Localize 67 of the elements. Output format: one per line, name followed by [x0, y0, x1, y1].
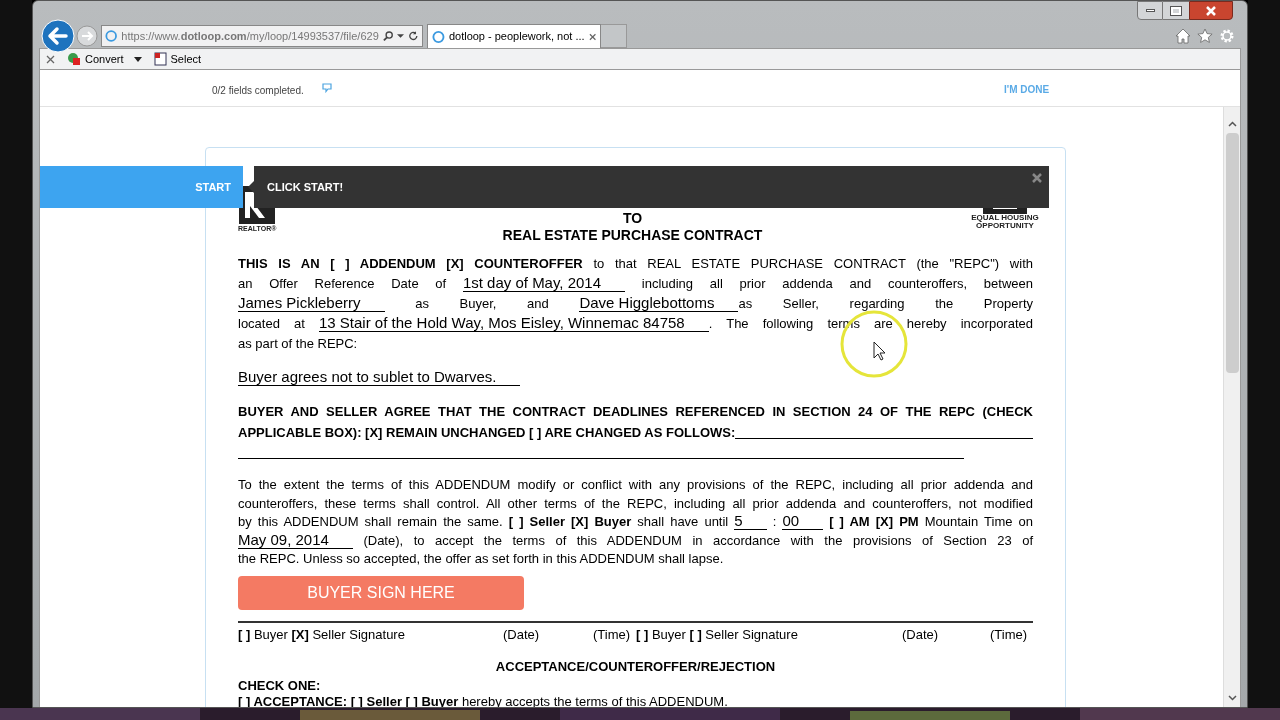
- document-text: :: [771, 514, 778, 529]
- signature-label: (Time): [990, 625, 1029, 644]
- document-text: an Offer Reference Date of: [238, 276, 448, 291]
- document-text: as part of the REPC:: [238, 336, 358, 351]
- url-text: https://www.dotloop.com/my/loop/14993537/file/629: [121, 28, 379, 44]
- document-text: THIS IS AN [ ] ADDENDUM [X] COUNTEROFFER: [238, 256, 583, 271]
- toolbar-button[interactable]: Select: [170, 50, 202, 68]
- filled-field[interactable]: 5: [734, 513, 767, 530]
- refresh-icon[interactable]: [408, 30, 419, 42]
- document-text: counteroffers, these terms shall control. All other terms of the REPC, including all prior addenda and counteroffers, not modified: [238, 495, 1033, 511]
- document-text: (Date), to accept the terms of this ADDENDUM in accordance with the provisions of Section 23 of: [362, 532, 1033, 548]
- document-title: REAL ESTATE PURCHASE CONTRACT: [502, 227, 763, 244]
- dropdown-icon[interactable]: [133, 56, 142, 62]
- search-icon[interactable]: [382, 30, 394, 42]
- document-text: including all prior addenda and counteroffers, between: [640, 276, 1033, 291]
- dropdown-icon[interactable]: [397, 33, 405, 39]
- toolbar-button[interactable]: Convert: [85, 50, 124, 68]
- document-text: shall have until: [636, 514, 730, 529]
- progress-text: 0/2 fields completed.: [212, 84, 304, 98]
- filled-field[interactable]: Dave Higglebottoms: [579, 295, 739, 312]
- document-text: to that REAL ESTATE PURCHASE CONTRACT (the "REPC") with: [592, 256, 1033, 271]
- document-title: TO: [622, 210, 643, 227]
- guide-message: CLICK START!: [267, 179, 344, 195]
- filled-field[interactable]: James Pickleberry: [238, 295, 385, 312]
- close-button[interactable]: [1189, 1, 1233, 20]
- forward-button[interactable]: [76, 25, 98, 47]
- close-icon: [1205, 5, 1217, 16]
- tab-title: dotloop - peoplework, not ...: [448, 29, 585, 45]
- globe-icon: [432, 29, 445, 44]
- section-heading: CHECK ONE:: [238, 677, 322, 693]
- logo-caption: EQUAL HOUSING OPPORTUNITY: [970, 214, 1040, 230]
- document-text: as Buyer, and: [414, 296, 550, 311]
- home-icon[interactable]: [1175, 28, 1191, 44]
- filled-field[interactable]: 1st day of May, 2014: [462, 275, 626, 292]
- document-text: BUYER AND SELLER AGREE THAT THE CONTRACT DEADLINES REFERENCED IN SECTION 24 OF THE REPC (CHECK: [238, 404, 1033, 419]
- document-text: [ ] AM [X] PM: [828, 514, 919, 529]
- filled-field[interactable]: May 09, 2014: [238, 531, 353, 549]
- signature-label: (Date): [503, 625, 541, 644]
- document-text: APPLICABLE BOX): [X] REMAIN UNCHANGED [ ] ARE CHANGED AS FOLLOWS:: [238, 423, 736, 442]
- globe-icon: [105, 29, 118, 43]
- filled-field[interactable]: Buyer agrees not to sublet to Dwarves.: [238, 369, 521, 386]
- document-text: located at: [238, 316, 306, 331]
- section-heading: ACCEPTANCE/COUNTEROFFER/REJECTION: [495, 658, 776, 676]
- document-text: To the extent the terms of this ADDENDUM modify or conflict with any provisions of the REPC, including all prior addenda and: [238, 477, 1033, 492]
- document-text: [ ] Seller [X] Buyer: [508, 514, 632, 529]
- address-bar[interactable]: https://www.dotloop.com/my/loop/14993537/file/629: [101, 25, 423, 47]
- scrollbar[interactable]: [1223, 107, 1240, 707]
- minimize-button[interactable]: [1137, 1, 1163, 20]
- close-icon[interactable]: [588, 32, 596, 41]
- filled-field[interactable]: 13 Stair of the Hold Way, Mos Eisley, Winnemac 84758: [319, 315, 709, 332]
- close-icon[interactable]: [1032, 173, 1042, 183]
- document-text: Mountain Time on: [923, 514, 1033, 529]
- maximize-button[interactable]: [1163, 1, 1189, 20]
- back-button[interactable]: [41, 19, 75, 53]
- signature-label: (Time): [593, 625, 632, 644]
- filled-field[interactable]: 00: [782, 513, 824, 530]
- select-icon: [153, 52, 167, 66]
- close-icon[interactable]: [46, 54, 55, 64]
- signature-label: [ ] Buyer [ ] Seller Signature: [636, 625, 799, 644]
- document-text: the REPC. Unless so accepted, the offer as set forth in this ADDENDUM shall lapse.: [238, 551, 724, 566]
- document-text: as Seller, regarding the Property: [738, 296, 1033, 311]
- star-icon[interactable]: [1197, 28, 1213, 44]
- signature-label: [ ] Buyer [X] Seller Signature: [238, 625, 406, 644]
- convert-icon: [67, 52, 81, 66]
- signature-label: (Date): [902, 625, 940, 644]
- browser-tab[interactable]: dotloop - peoplework, not ...: [427, 24, 601, 48]
- document-text: by this ADDENDUM shall remain the same.: [238, 514, 504, 529]
